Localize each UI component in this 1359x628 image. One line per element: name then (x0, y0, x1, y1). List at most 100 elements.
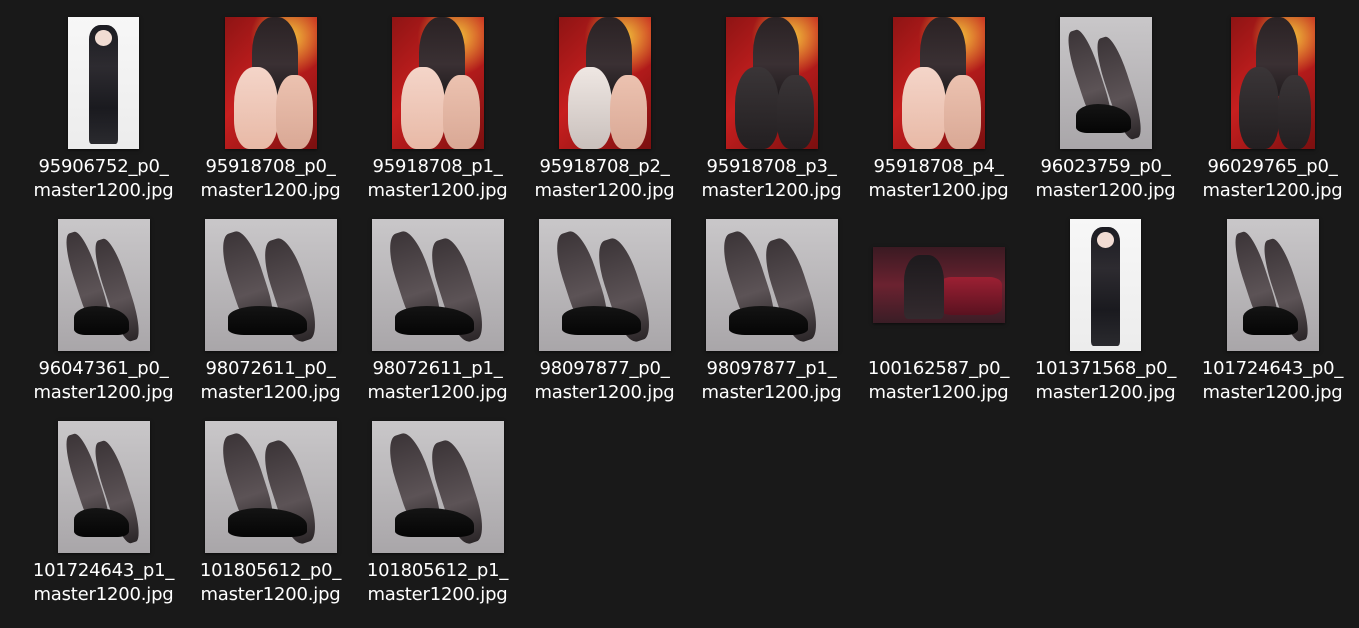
file-name[interactable]: 96029765_p0_ master1200.jpg (1189, 155, 1356, 203)
image-thumbnail[interactable] (391, 17, 484, 149)
file-name-line-1: 101371568_p0_ (1034, 358, 1177, 379)
file-name-line-1: 95906752_p0_ (38, 156, 169, 177)
file-name[interactable]: 95918708_p4_ master1200.jpg (855, 155, 1022, 203)
thumbnail-frame (20, 16, 187, 150)
file-name[interactable]: 96023759_p0_ master1200.jpg (1022, 155, 1189, 203)
file-name-line-1: 100162587_p0_ (867, 358, 1010, 379)
file-name[interactable]: 98072611_p1_ master1200.jpg (354, 357, 521, 405)
foot-shape (777, 75, 814, 149)
image-thumbnail[interactable] (371, 421, 504, 553)
file-name-line-1: 96047361_p0_ (38, 358, 169, 379)
foot-shape (610, 75, 647, 149)
file-tile[interactable]: 95918708_p1_ master1200.jpg (354, 12, 521, 214)
file-name-line-1: 101805612_p1_ (366, 560, 509, 581)
image-thumbnail[interactable] (224, 17, 317, 149)
file-name[interactable]: 98097877_p0_ master1200.jpg (521, 357, 688, 405)
thumbnail-frame (354, 16, 521, 150)
file-tile[interactable]: 101724643_p1_ master1200.jpg (20, 416, 187, 618)
file-tile[interactable]: 95918708_p2_ master1200.jpg (521, 12, 688, 214)
file-tile[interactable]: 95918708_p3_ master1200.jpg (688, 12, 855, 214)
file-name-line-2: master1200.jpg (534, 382, 675, 403)
thumbnail-frame (688, 16, 855, 150)
file-tile[interactable]: 98097877_p1_ master1200.jpg (688, 214, 855, 416)
image-thumbnail[interactable] (1230, 17, 1315, 149)
image-thumbnail[interactable] (558, 17, 651, 149)
file-name-line-2: master1200.jpg (367, 584, 508, 605)
file-name-line-2: master1200.jpg (33, 584, 174, 605)
file-name-line-2: master1200.jpg (1202, 180, 1343, 201)
file-name[interactable]: 95918708_p1_ master1200.jpg (354, 155, 521, 203)
file-tile[interactable]: 95906752_p0_ master1200.jpg (20, 12, 187, 214)
image-thumbnail[interactable] (872, 247, 1005, 323)
file-tile[interactable]: 98072611_p0_ master1200.jpg (187, 214, 354, 416)
image-thumbnail[interactable] (204, 421, 337, 553)
file-tile[interactable]: 95918708_p0_ master1200.jpg (187, 12, 354, 214)
file-name[interactable]: 95918708_p0_ master1200.jpg (187, 155, 354, 203)
file-tile[interactable]: 95918708_p4_ master1200.jpg (855, 12, 1022, 214)
file-grid: 95906752_p0_ master1200.jpg 95918708_p0_ ma… (20, 12, 1359, 618)
image-thumbnail[interactable] (371, 219, 504, 351)
file-name-line-1: 101805612_p0_ (199, 560, 342, 581)
file-tile[interactable]: 96029765_p0_ master1200.jpg (1189, 12, 1356, 214)
thumbnail-frame (354, 420, 521, 554)
face-shape (1096, 232, 1114, 249)
file-name-line-2: master1200.jpg (868, 382, 1009, 403)
face-shape (94, 30, 112, 47)
file-name-line-1: 98097877_p0_ (539, 358, 670, 379)
foot-shape (276, 75, 313, 149)
file-name[interactable]: 95906752_p0_ master1200.jpg (20, 155, 187, 203)
file-tile[interactable]: 101805612_p0_ master1200.jpg (187, 416, 354, 618)
foot-shape (400, 67, 445, 149)
image-thumbnail[interactable] (892, 17, 985, 149)
file-tile[interactable]: 96023759_p0_ master1200.jpg (1022, 12, 1189, 214)
file-name[interactable]: 95918708_p3_ master1200.jpg (688, 155, 855, 203)
image-thumbnail[interactable] (705, 219, 838, 351)
image-thumbnail[interactable] (204, 219, 337, 351)
image-thumbnail[interactable] (725, 17, 818, 149)
thumbnail-frame (1189, 16, 1356, 150)
image-thumbnail[interactable] (57, 421, 150, 553)
file-name-line-2: master1200.jpg (534, 180, 675, 201)
image-thumbnail[interactable] (68, 17, 139, 149)
thumbnail-frame (855, 16, 1022, 150)
file-name[interactable]: 98072611_p0_ master1200.jpg (187, 357, 354, 405)
file-name[interactable]: 98097877_p1_ master1200.jpg (688, 357, 855, 405)
foot-shape (1277, 75, 1312, 149)
file-name-line-2: master1200.jpg (701, 180, 842, 201)
file-tile[interactable]: 98097877_p0_ master1200.jpg (521, 214, 688, 416)
file-name[interactable]: 95918708_p2_ master1200.jpg (521, 155, 688, 203)
file-name-line-2: master1200.jpg (200, 180, 341, 201)
file-name[interactable]: 101805612_p1_ master1200.jpg (354, 559, 521, 607)
file-tile[interactable]: 101805612_p1_ master1200.jpg (354, 416, 521, 618)
sofa-shape (938, 277, 1002, 316)
image-thumbnail[interactable] (538, 219, 671, 351)
file-tile[interactable]: 101724643_p0_ master1200.jpg (1189, 214, 1356, 416)
file-name-line-1: 98072611_p1_ (372, 358, 503, 379)
thumbnail-frame (855, 218, 1022, 352)
file-name-line-2: master1200.jpg (367, 382, 508, 403)
figure-shape (904, 254, 944, 320)
file-tile[interactable]: 98072611_p1_ master1200.jpg (354, 214, 521, 416)
thumbnail-frame (187, 218, 354, 352)
file-name[interactable]: 101805612_p0_ master1200.jpg (187, 559, 354, 607)
file-tile[interactable]: 101371568_p0_ master1200.jpg (1022, 214, 1189, 416)
file-name[interactable]: 101724643_p0_ master1200.jpg (1189, 357, 1356, 405)
file-name-line-2: master1200.jpg (1202, 382, 1343, 403)
file-name-line-1: 95918708_p0_ (205, 156, 336, 177)
file-tile[interactable]: 96047361_p0_ master1200.jpg (20, 214, 187, 416)
file-name[interactable]: 100162587_p0_ master1200.jpg (855, 357, 1022, 405)
file-name[interactable]: 101371568_p0_ master1200.jpg (1022, 357, 1189, 405)
image-thumbnail[interactable] (1059, 17, 1152, 149)
foot-shape (233, 67, 278, 149)
file-name[interactable]: 96047361_p0_ master1200.jpg (20, 357, 187, 405)
file-tile[interactable]: 100162587_p0_ master1200.jpg (855, 214, 1022, 416)
foot-shape (901, 67, 946, 149)
file-name-line-1: 98072611_p0_ (205, 358, 336, 379)
file-name-line-2: master1200.jpg (33, 382, 174, 403)
foot-shape (443, 75, 480, 149)
image-thumbnail[interactable] (57, 219, 150, 351)
image-thumbnail[interactable] (1226, 219, 1319, 351)
foot-shape (944, 75, 981, 149)
file-name[interactable]: 101724643_p1_ master1200.jpg (20, 559, 187, 607)
image-thumbnail[interactable] (1070, 219, 1141, 351)
